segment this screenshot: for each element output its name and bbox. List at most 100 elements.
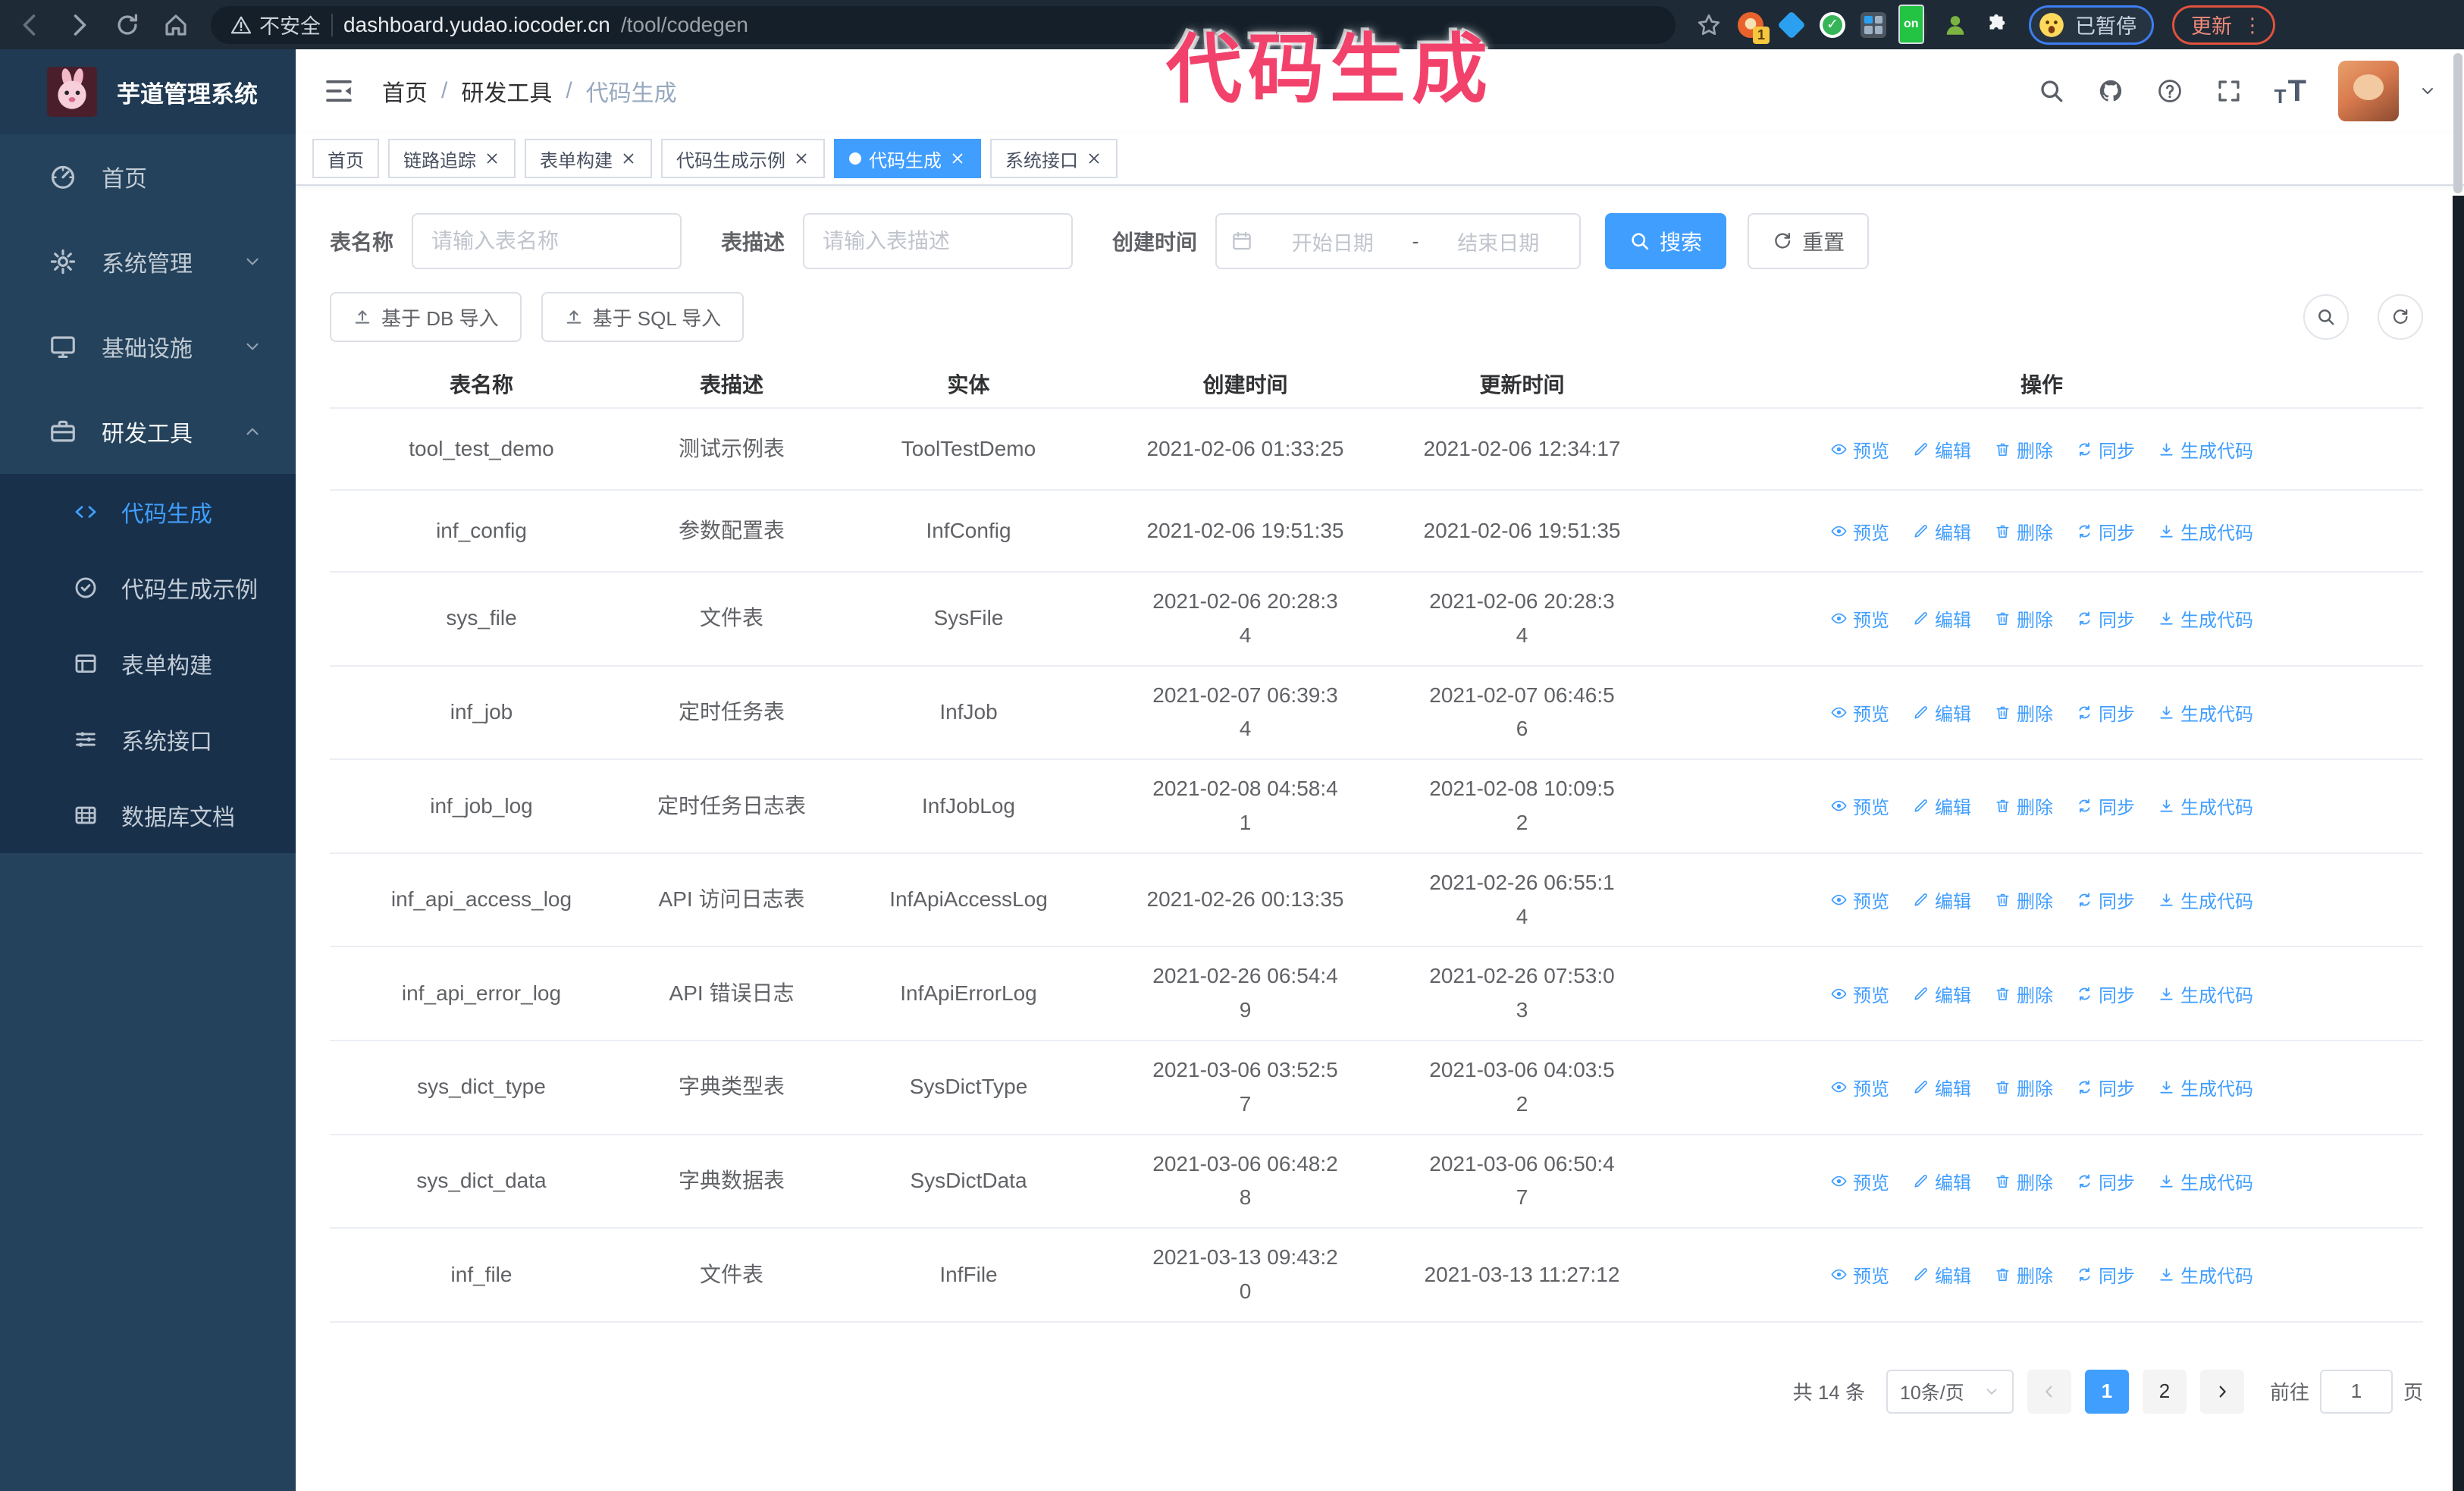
forward-icon[interactable] — [65, 11, 92, 39]
import-db-button[interactable]: 基于 DB 导入 — [330, 292, 522, 342]
font-size-icon[interactable]: TT — [2274, 76, 2306, 106]
close-icon[interactable] — [484, 150, 500, 167]
tab-系统接口[interactable]: 系统接口 — [990, 139, 1118, 178]
action-同步[interactable]: 同步 — [2076, 1168, 2135, 1194]
extensions-puzzle-icon[interactable] — [1983, 12, 2009, 38]
extension-icon-check[interactable]: ✓ — [1820, 12, 1845, 38]
tab-代码生成示例[interactable]: 代码生成示例 — [661, 139, 825, 178]
help-icon[interactable] — [2156, 77, 2183, 105]
extension-icon-onetab[interactable]: on — [1901, 12, 1927, 38]
action-预览[interactable]: 预览 — [1830, 436, 1889, 463]
action-生成代码[interactable]: 生成代码 — [2158, 518, 2253, 545]
tab-代码生成[interactable]: 代码生成 — [834, 139, 981, 178]
action-生成代码[interactable]: 生成代码 — [2158, 699, 2253, 726]
prev-page-button[interactable] — [2027, 1370, 2071, 1414]
action-编辑[interactable]: 编辑 — [1912, 605, 1971, 632]
action-同步[interactable]: 同步 — [2076, 436, 2135, 463]
tab-首页[interactable]: 首页 — [312, 139, 379, 178]
sidebar-item-首页[interactable]: 首页 — [0, 134, 296, 219]
table-desc-input[interactable] — [803, 213, 1073, 269]
end-date-placeholder[interactable]: 结束日期 — [1431, 227, 1566, 256]
app-logo[interactable]: 芋道管理系统 — [0, 49, 296, 134]
reset-button[interactable]: 重置 — [1748, 213, 1869, 269]
show-search-toggle[interactable] — [2303, 294, 2349, 340]
action-编辑[interactable]: 编辑 — [1912, 518, 1971, 545]
sidebar-collapse-icon[interactable] — [323, 75, 355, 107]
action-删除[interactable]: 删除 — [1994, 605, 2053, 632]
action-生成代码[interactable]: 生成代码 — [2158, 1261, 2253, 1288]
browser-menu-icon[interactable]: ⋮ — [2243, 15, 2262, 35]
github-icon[interactable] — [2097, 77, 2124, 105]
action-生成代码[interactable]: 生成代码 — [2158, 436, 2253, 463]
action-编辑[interactable]: 编辑 — [1912, 1074, 1971, 1100]
action-生成代码[interactable]: 生成代码 — [2158, 1074, 2253, 1100]
action-删除[interactable]: 删除 — [1994, 981, 2053, 1007]
action-删除[interactable]: 删除 — [1994, 1074, 2053, 1100]
browser-update-button[interactable]: 更新 ⋮ — [2172, 5, 2275, 45]
search-button[interactable]: 搜索 — [1605, 213, 1726, 269]
tab-链路追踪[interactable]: 链路追踪 — [388, 139, 516, 178]
action-编辑[interactable]: 编辑 — [1912, 981, 1971, 1007]
action-同步[interactable]: 同步 — [2076, 887, 2135, 913]
action-同步[interactable]: 同步 — [2076, 518, 2135, 545]
close-icon[interactable] — [620, 150, 637, 167]
action-预览[interactable]: 预览 — [1830, 887, 1889, 913]
start-date-placeholder[interactable]: 开始日期 — [1265, 227, 1400, 256]
action-预览[interactable]: 预览 — [1830, 605, 1889, 632]
action-同步[interactable]: 同步 — [2076, 793, 2135, 819]
action-同步[interactable]: 同步 — [2076, 699, 2135, 726]
action-预览[interactable]: 预览 — [1830, 1074, 1889, 1100]
action-生成代码[interactable]: 生成代码 — [2158, 887, 2253, 913]
page-button-1[interactable]: 1 — [2085, 1370, 2129, 1414]
action-生成代码[interactable]: 生成代码 — [2158, 1168, 2253, 1194]
sidebar-item-研发工具[interactable]: 研发工具 — [0, 389, 296, 474]
action-预览[interactable]: 预览 — [1830, 518, 1889, 545]
import-sql-button[interactable]: 基于 SQL 导入 — [541, 292, 745, 342]
action-删除[interactable]: 删除 — [1994, 1261, 2053, 1288]
action-编辑[interactable]: 编辑 — [1912, 793, 1971, 819]
chevron-down-icon[interactable] — [2419, 82, 2437, 100]
action-删除[interactable]: 删除 — [1994, 699, 2053, 726]
sidebar-item-系统管理[interactable]: 系统管理 — [0, 219, 296, 304]
action-预览[interactable]: 预览 — [1830, 699, 1889, 726]
breadcrumb-item[interactable]: 首页 — [382, 74, 428, 108]
bookmark-star-icon[interactable] — [1695, 11, 1723, 39]
close-icon[interactable] — [793, 150, 810, 167]
extension-icon-person[interactable] — [1942, 12, 1968, 38]
next-page-button[interactable] — [2200, 1370, 2244, 1414]
action-同步[interactable]: 同步 — [2076, 981, 2135, 1007]
scrollbar-track[interactable] — [2453, 196, 2464, 1491]
browser-profile-chip[interactable]: 已暂停 — [2029, 5, 2154, 45]
reload-icon[interactable] — [114, 11, 141, 39]
goto-page-input[interactable] — [2320, 1370, 2393, 1414]
action-同步[interactable]: 同步 — [2076, 1261, 2135, 1288]
action-预览[interactable]: 预览 — [1830, 1168, 1889, 1194]
action-预览[interactable]: 预览 — [1830, 793, 1889, 819]
action-删除[interactable]: 删除 — [1994, 887, 2053, 913]
page-button-2[interactable]: 2 — [2143, 1370, 2187, 1414]
date-range-picker[interactable]: 开始日期 - 结束日期 — [1215, 213, 1581, 269]
extension-icon-gem[interactable] — [1777, 11, 1806, 39]
action-同步[interactable]: 同步 — [2076, 605, 2135, 632]
breadcrumb-item[interactable]: 研发工具 — [461, 74, 552, 108]
action-编辑[interactable]: 编辑 — [1912, 436, 1971, 463]
action-生成代码[interactable]: 生成代码 — [2158, 793, 2253, 819]
close-icon[interactable] — [1086, 150, 1102, 167]
address-bar[interactable]: 不安全 dashboard.yudao.iocoder.cn/tool/code… — [211, 6, 1676, 44]
sidebar-item-基础设施[interactable]: 基础设施 — [0, 304, 296, 389]
security-status[interactable]: 不安全 — [230, 10, 321, 39]
extension-icon-orange[interactable]: 1 — [1738, 12, 1763, 38]
home-icon[interactable] — [162, 11, 190, 39]
action-生成代码[interactable]: 生成代码 — [2158, 605, 2253, 632]
tab-表单构建[interactable]: 表单构建 — [525, 139, 652, 178]
search-icon[interactable] — [2038, 77, 2065, 105]
action-编辑[interactable]: 编辑 — [1912, 1261, 1971, 1288]
action-编辑[interactable]: 编辑 — [1912, 699, 1971, 726]
close-icon[interactable] — [949, 150, 966, 167]
fullscreen-icon[interactable] — [2215, 77, 2243, 105]
action-预览[interactable]: 预览 — [1830, 981, 1889, 1007]
action-删除[interactable]: 删除 — [1994, 1168, 2053, 1194]
back-icon[interactable] — [17, 11, 44, 39]
action-删除[interactable]: 删除 — [1994, 518, 2053, 545]
action-删除[interactable]: 删除 — [1994, 436, 2053, 463]
